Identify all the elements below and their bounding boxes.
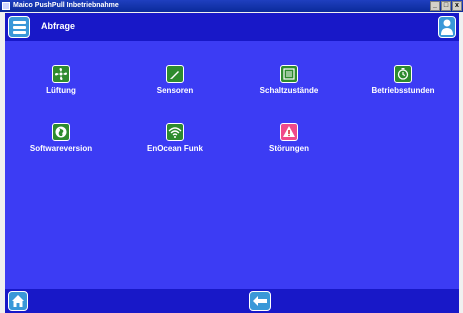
home-icon [12, 295, 24, 307]
tile-schaltzustaende[interactable]: Schaltzustände [244, 65, 334, 105]
tile-sensoren[interactable]: Sensoren [130, 65, 220, 105]
tile-label: Sensoren [156, 86, 194, 95]
tile-label: EnOcean Funk [146, 144, 203, 153]
warning-icon [280, 123, 298, 141]
tile-betriebsstunden[interactable]: Betriebsstunden [358, 65, 448, 105]
tile-label: Betriebsstunden [371, 86, 435, 95]
pen-icon [166, 65, 184, 83]
tile-label: Störungen [269, 144, 309, 153]
close-button[interactable]: x [452, 1, 462, 11]
user-icon [441, 19, 453, 35]
globe-icon [52, 123, 70, 141]
footer-bar [5, 289, 459, 313]
main-content: Lüftung Sensoren Schaltzustände Betriebs… [5, 41, 459, 289]
window-title: Maico PushPull Inbetriebnahme [13, 2, 119, 9]
back-arrow-icon [253, 296, 267, 306]
window-controls: _ □ x [430, 1, 462, 11]
back-button[interactable] [249, 291, 271, 311]
tile-enocean-funk[interactable]: EnOcean Funk [130, 123, 220, 163]
page-title: Abfrage [41, 21, 76, 31]
maximize-button[interactable]: □ [441, 1, 451, 11]
title-bar: Maico PushPull Inbetriebnahme _ □ x [0, 0, 463, 12]
tile-label: Softwareversion [29, 144, 93, 153]
app-icon [2, 2, 10, 10]
minimize-button[interactable]: _ [430, 1, 440, 11]
user-button[interactable] [438, 16, 456, 38]
fan-icon [52, 65, 70, 83]
app-window: Maico PushPull Inbetriebnahme _ □ x Abfr… [0, 0, 463, 313]
list-icon [280, 65, 298, 83]
menu-button[interactable] [8, 16, 30, 38]
clock-icon [394, 65, 412, 83]
tile-label: Schaltzustände [259, 86, 319, 95]
wifi-icon [166, 123, 184, 141]
tile-stoerungen[interactable]: Störungen [244, 123, 334, 163]
tile-lueftung[interactable]: Lüftung [16, 65, 106, 105]
home-button[interactable] [8, 291, 28, 311]
tile-label: Lüftung [46, 86, 76, 95]
tile-softwareversion[interactable]: Softwareversion [16, 123, 106, 163]
header-bar: Abfrage [5, 13, 459, 41]
